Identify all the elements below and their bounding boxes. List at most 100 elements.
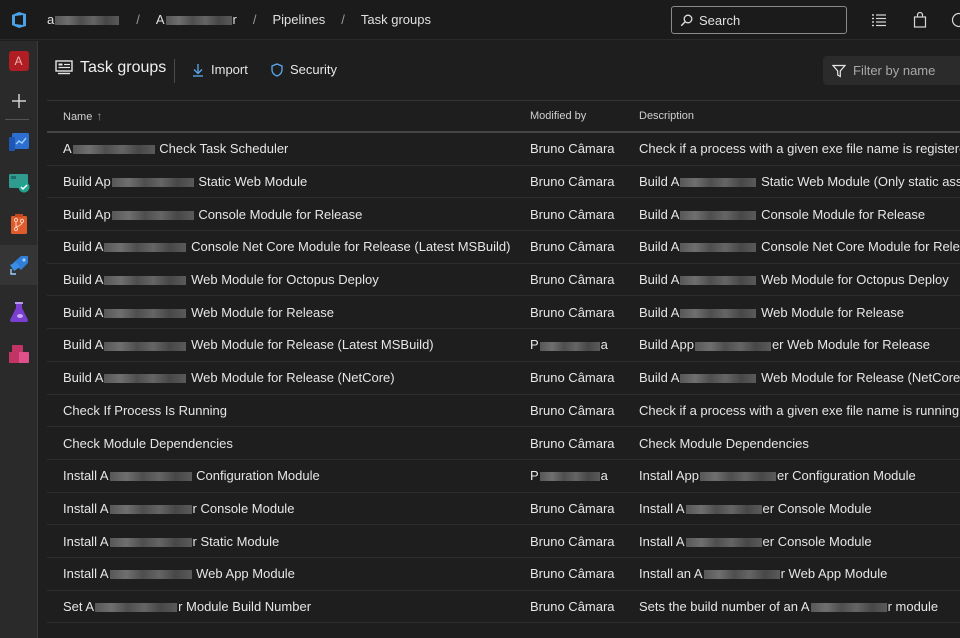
table-row[interactable]: Install A r Console Module Bruno Câmara I… (47, 493, 960, 526)
task-group-name[interactable]: Install A Web App Module (63, 566, 295, 581)
modified-by: Bruno Câmara (530, 272, 615, 287)
column-header-name[interactable]: Name ↑ (63, 109, 102, 123)
import-button[interactable]: Import (192, 62, 248, 77)
rail-boards[interactable] (0, 163, 37, 203)
table-row[interactable]: Check If Process Is Running Bruno Câmara… (47, 395, 960, 428)
task-group-name[interactable]: Build A Web Module for Release (63, 305, 334, 320)
project-avatar-letter: A (8, 51, 29, 71)
task-group-description: Build A Web Module for Release (NetCore) (639, 370, 960, 385)
task-group-name[interactable]: Build A Web Module for Release (Latest M… (63, 337, 434, 352)
table-row[interactable]: Check Module Dependencies Bruno Câmara C… (47, 427, 960, 460)
modified-by-name: Bruno Câmara (530, 500, 615, 516)
search-box[interactable]: Search (671, 6, 847, 34)
task-group-name[interactable]: Build A Web Module for Release (NetCore) (63, 370, 395, 385)
security-label: Security (290, 62, 337, 77)
new-item-button[interactable] (0, 81, 37, 121)
redacted-text (72, 145, 155, 155)
column-header-description[interactable]: Description (639, 110, 694, 122)
redacted-text (111, 210, 194, 220)
rail-overview[interactable] (0, 122, 37, 162)
sort-ascending-icon: ↑ (96, 109, 103, 123)
table-row[interactable]: Build A Web Module for Release (NetCore)… (47, 362, 960, 395)
help-icon[interactable] (950, 11, 960, 29)
redacted-text (680, 276, 757, 286)
rail-pipelines[interactable] (0, 245, 37, 285)
name-prefix: Check If Process Is Running (63, 402, 228, 418)
task-group-description: Check if a process with a given exe file… (639, 403, 960, 418)
name-suffix: Console Module for Release (194, 206, 363, 222)
modified-by-name: Bruno Câmara (530, 239, 615, 255)
table-row[interactable]: Build Ap Static Web Module Bruno Câmara … (47, 166, 960, 199)
pipelines-icon (9, 256, 28, 275)
task-group-name[interactable]: Set A r Module Build Number (63, 599, 311, 614)
modified-by-prefix: P (530, 468, 539, 484)
rail-test-plans[interactable] (0, 292, 37, 332)
modified-by-name: Bruno Câmara (530, 370, 615, 386)
task-group-description: Sets the build number of an A r module (639, 599, 960, 614)
rail-artifacts[interactable] (0, 334, 37, 374)
description-prefix: Sets the build number of an A (639, 598, 810, 614)
table-row[interactable]: Set Ar Module Build Number Bruno Câmara … (47, 591, 960, 624)
name-prefix: A (63, 141, 72, 157)
security-button[interactable]: Security (271, 62, 337, 77)
redacted-text (685, 504, 762, 514)
table-row[interactable]: Install A Configuration Module Pa Instal… (47, 460, 960, 493)
table-row[interactable]: Install A Web App Module Bruno Câmara In… (47, 558, 960, 591)
rail-repos[interactable] (0, 204, 37, 244)
task-group-name[interactable]: Install A r Console Module (63, 501, 294, 516)
task-group-name[interactable]: Install A Configuration Module (63, 468, 320, 483)
task-group-name[interactable]: Build Ap Static Web Module (63, 174, 307, 189)
search-icon (680, 14, 693, 26)
modified-by: Bruno Câmara (530, 370, 615, 385)
description-prefix: Install A (639, 533, 685, 549)
filter-icon (832, 64, 846, 78)
modified-by-name: Bruno Câmara (530, 435, 615, 451)
redacted-text (95, 603, 178, 613)
table-row[interactable]: A Check Task Scheduler Bruno Câmara Chec… (47, 133, 960, 166)
modified-by-prefix: P (530, 337, 539, 353)
modified-by: Bruno Câmara (530, 403, 615, 418)
redacted-text (111, 178, 194, 188)
description-prefix: Install A (639, 500, 685, 516)
breadcrumb-task-groups[interactable]: Task groups (361, 12, 431, 27)
task-list-icon[interactable] (870, 11, 888, 29)
name-prefix: Build A (63, 272, 104, 288)
column-header-modified-by[interactable]: Modified by (530, 110, 586, 122)
task-group-description: Install A er Console Module (639, 534, 960, 549)
task-group-name[interactable]: Build A Console Net Core Module for Rele… (63, 239, 510, 254)
name-prefix: Set A (63, 598, 95, 614)
table-row[interactable]: Build A Web Module for Release Bruno Câm… (47, 296, 960, 330)
breadcrumb-organization[interactable]: a (47, 12, 120, 27)
redacted-text (680, 243, 757, 253)
description-suffix: er Web Module for Release (771, 337, 930, 353)
description-prefix: Build A (639, 174, 680, 190)
redacted-text (685, 537, 762, 547)
task-group-name[interactable]: Build A Web Module for Octopus Deploy (63, 272, 379, 287)
table-row[interactable]: Install A r Static Module Bruno Câmara In… (47, 525, 960, 558)
task-group-name[interactable]: A Check Task Scheduler (63, 141, 288, 156)
modified-by: Bruno Câmara (530, 566, 615, 581)
task-group-name[interactable]: Check Module Dependencies (63, 436, 233, 451)
modified-by: Bruno Câmara (530, 534, 615, 549)
project-avatar[interactable]: A (0, 41, 37, 81)
table-row[interactable]: Build A Console Net Core Module for Rele… (47, 231, 960, 264)
azure-devops-logo-icon[interactable] (0, 0, 38, 40)
breadcrumb-pipelines[interactable]: Pipelines (273, 12, 326, 27)
task-group-name[interactable]: Check If Process Is Running (63, 403, 227, 418)
table-row[interactable]: Build Ap Console Module for Release Brun… (47, 198, 960, 232)
import-label: Import (211, 62, 248, 77)
description-suffix: Console Net Core Module for Releas... (761, 239, 960, 255)
table-row[interactable]: Build A Web Module for Release (Latest M… (47, 329, 960, 362)
page-header: Task groups Import Security Filter by na… (39, 41, 960, 100)
table-row[interactable]: Build A Web Module for Octopus Deploy Br… (47, 264, 960, 297)
download-icon (193, 63, 203, 77)
task-group-description: Build A Web Module for Octopus Deploy (639, 272, 960, 287)
filter-by-name-input[interactable]: Filter by name (823, 56, 960, 85)
task-group-name[interactable]: Install A r Static Module (63, 534, 279, 549)
name-suffix: Static Web Module (194, 174, 308, 190)
description-suffix: Static Web Module (Only static assets (757, 174, 960, 190)
description-prefix: Check if a process with a given exe file… (639, 402, 960, 418)
task-group-name[interactable]: Build Ap Console Module for Release (63, 207, 362, 222)
breadcrumb-project[interactable]: Ar (156, 12, 237, 27)
shopping-bag-icon[interactable] (911, 11, 929, 29)
